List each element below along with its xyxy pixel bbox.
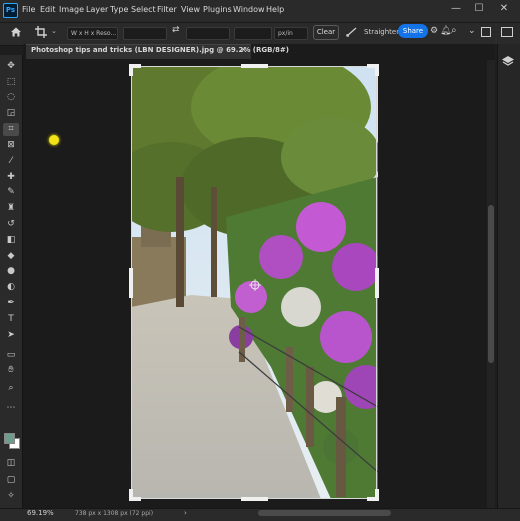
chevron-down-icon[interactable]: ⌄ — [51, 27, 57, 35]
panels-toggle-icon[interactable] — [501, 27, 513, 37]
object-select-icon[interactable]: ◲ — [3, 107, 19, 120]
crop-handle-left[interactable] — [129, 268, 133, 298]
quick-mask-icon[interactable]: ◫ — [3, 457, 19, 470]
zoom-level[interactable]: 69.19% — [27, 509, 54, 517]
close-window-icon[interactable]: ✕ — [498, 3, 510, 15]
marquee-icon[interactable]: ⬚ — [3, 76, 19, 89]
resolution-field[interactable] — [234, 27, 272, 40]
crop-icon[interactable]: ⌗ — [3, 123, 19, 136]
crop-frame — [131, 66, 377, 499]
width-field[interactable] — [123, 27, 167, 40]
height-field[interactable] — [186, 27, 230, 40]
maximize-icon[interactable]: ☐ — [473, 3, 485, 15]
minimize-icon[interactable]: — — [450, 3, 462, 15]
ratio-select[interactable]: W x H x Reso... — [67, 27, 118, 40]
chevron-down-icon[interactable]: ⌄ — [468, 26, 476, 36]
share-button[interactable]: Share — [398, 24, 428, 38]
straighten-label[interactable]: Straighten — [364, 28, 401, 36]
pen-icon[interactable]: ✒ — [3, 297, 19, 310]
vertical-scroll-thumb[interactable] — [488, 205, 494, 363]
unit-select[interactable]: px/in — [274, 27, 308, 40]
menu-file[interactable]: File — [22, 5, 35, 14]
gear-icon[interactable]: ⚙ — [430, 26, 438, 36]
foreground-color-swatch[interactable] — [4, 433, 15, 444]
document-tab-title[interactable]: Photoshop tips and tricks (LBN DESIGNER)… — [31, 46, 289, 54]
clear-button[interactable]: Clear — [313, 25, 339, 40]
move-icon[interactable]: ✥ — [3, 60, 19, 73]
rectangle-icon[interactable]: ▭ — [3, 349, 19, 362]
eraser-icon[interactable]: ◧ — [3, 234, 19, 247]
menu-view[interactable]: View — [181, 5, 200, 14]
home-icon[interactable] — [9, 25, 23, 39]
layers-icon[interactable] — [501, 55, 515, 69]
menu-select[interactable]: Select — [131, 5, 156, 14]
generative-icon[interactable]: ✧ — [3, 490, 19, 503]
swap-icon[interactable]: ⇄ — [172, 25, 180, 35]
menu-layer[interactable]: Layer — [86, 5, 108, 14]
clone-stamp-icon[interactable]: ♜ — [3, 202, 19, 215]
frame-icon[interactable]: ⊠ — [3, 139, 19, 152]
menu-type[interactable]: Type — [110, 5, 128, 14]
dodge-icon[interactable]: ◐ — [3, 281, 19, 294]
crop-handle-top-left[interactable] — [129, 64, 133, 76]
photoshop-logo-icon: Ps — [3, 3, 18, 18]
menu-edit[interactable]: Edit — [40, 5, 56, 14]
straighten-icon[interactable] — [346, 26, 358, 38]
menu-filter[interactable]: Filter — [157, 5, 177, 14]
crop-handle-top-right[interactable] — [375, 64, 379, 76]
paint-bucket-icon[interactable]: ◆ — [3, 250, 19, 263]
menu-help[interactable]: Help — [266, 5, 284, 14]
crop-handle-bottom-left[interactable] — [129, 489, 133, 501]
crop-handle-top[interactable] — [241, 64, 268, 68]
brush-icon[interactable]: ✎ — [3, 186, 19, 199]
horizontal-scroll-thumb[interactable] — [258, 510, 391, 516]
workspace-icon[interactable] — [481, 27, 491, 37]
hand-icon[interactable]: ✋︎ — [3, 364, 19, 377]
crop-handle-right[interactable] — [375, 268, 379, 298]
lasso-icon[interactable]: ◌ — [3, 91, 19, 104]
path-select-icon[interactable]: ➤ — [3, 329, 19, 342]
crop-handle-bottom[interactable] — [241, 497, 268, 501]
bell-icon[interactable]: 🔔︎ — [440, 26, 451, 36]
eyedropper-icon[interactable]: ⁄ — [3, 155, 19, 168]
document-info[interactable]: 738 px x 1308 px (72 ppi) — [75, 510, 153, 517]
screen-mode-icon[interactable]: ▢ — [3, 474, 19, 487]
crop-handle-bottom-right[interactable] — [375, 489, 379, 501]
search-icon[interactable]: ⌕ — [451, 25, 457, 36]
zoom-icon[interactable]: ⌕ — [3, 382, 19, 395]
close-tab-icon[interactable]: × — [240, 45, 247, 54]
type-icon[interactable]: T — [3, 313, 19, 326]
cursor-highlight — [49, 135, 59, 145]
crop-tool-preset-icon[interactable] — [34, 25, 48, 39]
blur-icon[interactable]: ● — [3, 265, 19, 278]
right-panel-dock — [497, 44, 520, 510]
history-brush-icon[interactable]: ↺ — [3, 218, 19, 231]
spot-heal-icon[interactable]: ✚ — [3, 171, 19, 184]
more-tools-icon[interactable]: ⋯ — [3, 402, 19, 415]
menu-plugins[interactable]: Plugins — [203, 5, 232, 14]
menu-window[interactable]: Window — [233, 5, 265, 14]
menu-image[interactable]: Image — [59, 5, 84, 14]
chevron-right-icon[interactable]: › — [184, 509, 187, 517]
